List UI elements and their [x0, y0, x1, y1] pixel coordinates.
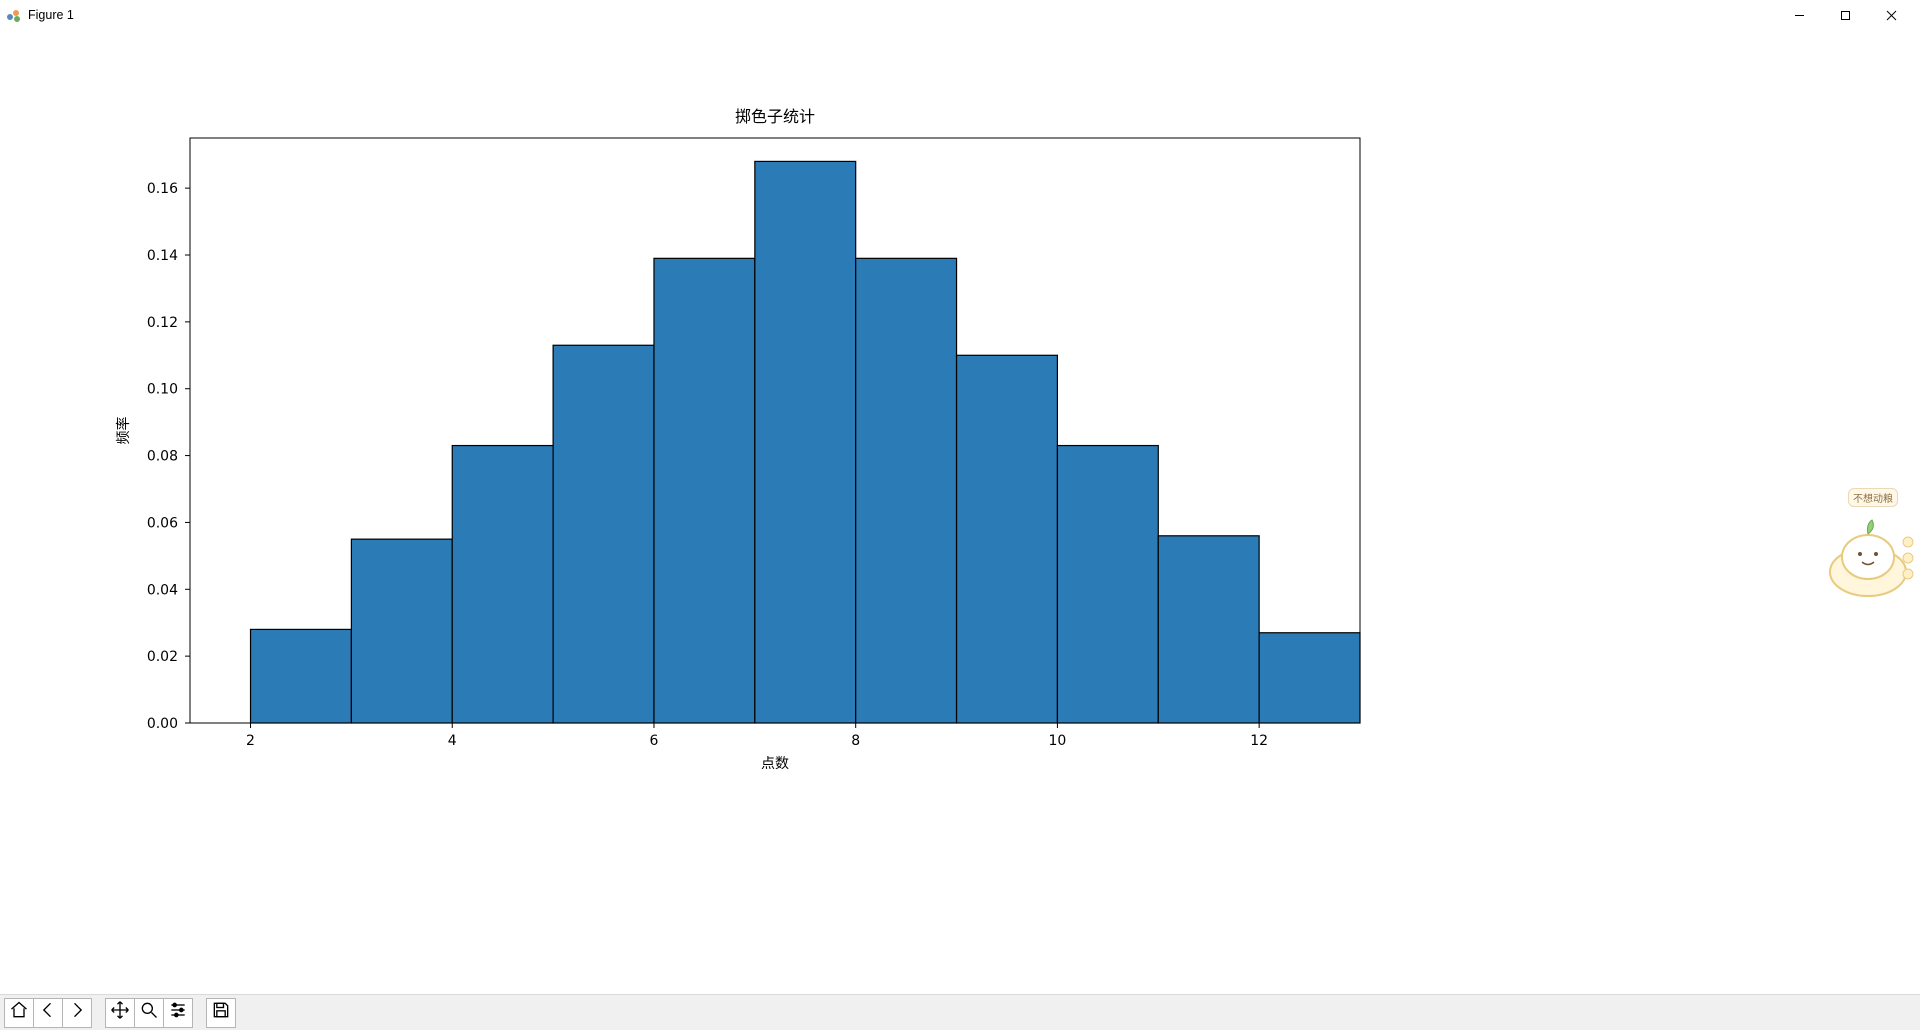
y-tick-label: 0.00: [147, 716, 178, 732]
toolbar-pan-button[interactable]: [105, 998, 135, 1028]
x-tick-label: 8: [851, 733, 860, 749]
arrow-right-icon: [67, 1000, 87, 1025]
x-tick-label: 2: [246, 733, 255, 749]
chart-bar: [1158, 536, 1259, 723]
y-tick-label: 0.02: [147, 649, 178, 665]
window-minimize-button[interactable]: [1776, 0, 1822, 30]
x-tick-label: 12: [1250, 733, 1268, 749]
toolbar-zoom-button[interactable]: [134, 998, 164, 1028]
chart-bar: [856, 258, 957, 723]
arrow-left-icon: [38, 1000, 58, 1025]
window-maximize-button[interactable]: [1822, 0, 1868, 30]
save-icon: [211, 1000, 231, 1025]
x-tick-label: 10: [1048, 733, 1066, 749]
move-icon: [110, 1000, 130, 1025]
y-tick-label: 0.04: [147, 582, 178, 598]
toolbar-home-button[interactable]: [4, 998, 34, 1028]
home-icon: [9, 1000, 29, 1025]
y-tick-label: 0.10: [147, 382, 178, 398]
toolbar-back-button[interactable]: [33, 998, 63, 1028]
chart-bar: [553, 345, 654, 723]
window-titlebar: Figure 1: [0, 0, 1920, 30]
chart-bar: [1259, 633, 1360, 723]
sliders-icon: [168, 1000, 188, 1025]
window-close-button[interactable]: [1868, 0, 1914, 30]
y-tick-label: 0.08: [147, 449, 178, 465]
x-tick-label: 4: [448, 733, 457, 749]
toolbar-configure-button[interactable]: [163, 998, 193, 1028]
window-title: Figure 1: [28, 8, 74, 22]
chart-svg: 2 4 6 8 10 12 0.00 0.02 0.04 0.06 0.08 0.10 0.12 0.14…: [0, 30, 1920, 994]
matplotlib-toolbar: [0, 994, 1920, 1030]
y-tick-label: 0.06: [147, 515, 178, 531]
chart-bar: [654, 258, 755, 723]
chart-title: 掷色子统计: [735, 107, 815, 126]
app-icon: [6, 7, 22, 23]
y-tick-label: 0.16: [147, 181, 178, 197]
x-axis-label: 点数: [761, 756, 789, 772]
zoom-icon: [139, 1000, 159, 1025]
chart-bar: [755, 161, 856, 723]
chart-bar: [251, 629, 352, 723]
chart-bar: [452, 446, 553, 723]
y-tick-label: 0.14: [147, 248, 178, 264]
toolbar-forward-button[interactable]: [62, 998, 92, 1028]
y-tick-label: 0.12: [147, 315, 178, 331]
y-axis-label: 频率: [115, 417, 132, 445]
chart-bar: [1057, 446, 1158, 723]
figure-canvas[interactable]: 2 4 6 8 10 12 0.00 0.02 0.04 0.06 0.08 0.10 0.12 0.14…: [0, 30, 1920, 994]
chart-bar: [351, 539, 452, 723]
toolbar-save-button[interactable]: [206, 998, 236, 1028]
chart-bar: [957, 355, 1058, 723]
x-tick-label: 6: [650, 733, 659, 749]
